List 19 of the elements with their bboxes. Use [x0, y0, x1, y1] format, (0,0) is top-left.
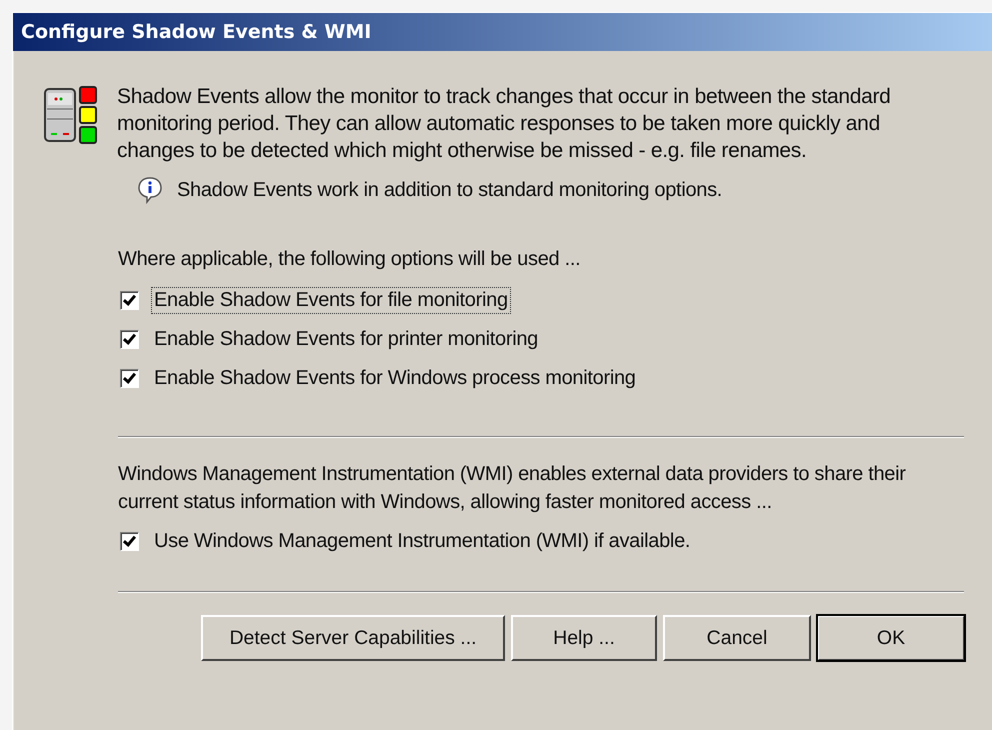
- checkbox-label[interactable]: Enable Shadow Events for printer monitoring: [151, 326, 541, 353]
- dialog-button[interactable]: Detect Server Capabilities ...: [201, 615, 505, 661]
- window-title: Configure Shadow Events & WMI: [21, 21, 372, 43]
- dialog-button[interactable]: Help ...: [511, 615, 657, 661]
- wmi-description: Windows Management Instrumentation (WMI) enables external data providers to share their current status information with Windows, allowing faster monitored access ...: [118, 462, 907, 515]
- checkbox-label[interactable]: Use Windows Management Instrumentation (WMI) if available.: [151, 528, 694, 555]
- checkbox[interactable]: [120, 291, 139, 310]
- info-icon: [137, 176, 163, 204]
- info-text: Shadow Events work in addition to standard monitoring options.: [177, 178, 722, 202]
- checkbox-label[interactable]: Enable Shadow Events for Windows process monitoring: [151, 365, 639, 392]
- checkbox[interactable]: [120, 532, 139, 551]
- options-heading: Where applicable, the following options will be used ...: [118, 248, 582, 271]
- dialog-button[interactable]: OK: [817, 615, 965, 661]
- dialog-button[interactable]: Cancel: [663, 615, 811, 661]
- server-status-icon: [43, 85, 99, 145]
- description-text: Shadow Events allow the monitor to track changes that occur in between the standard monitoring period. They can allow automatic responses to be taken more quickly and changes to be detected which might otherwise be missed - e.g. file renames.: [117, 84, 892, 164]
- checkbox[interactable]: [120, 330, 139, 349]
- checkbox[interactable]: [120, 369, 139, 388]
- checkbox-label[interactable]: Enable Shadow Events for file monitoring: [151, 287, 511, 314]
